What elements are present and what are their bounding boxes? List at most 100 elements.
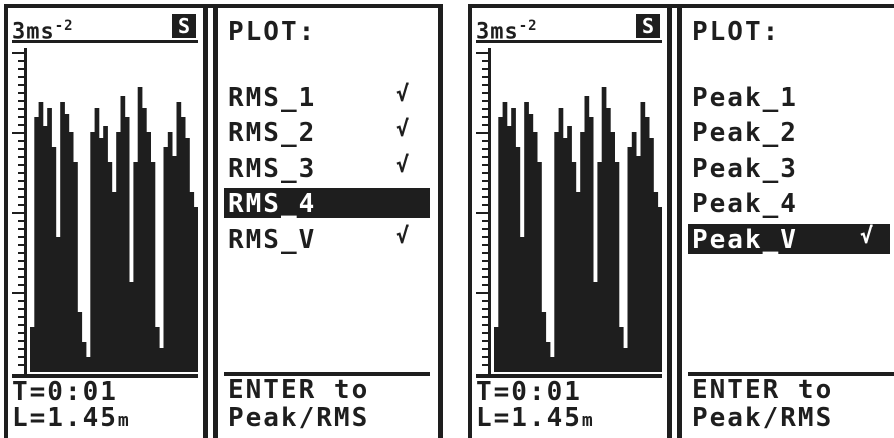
header-underline xyxy=(12,40,198,43)
spectrum-bar xyxy=(653,192,659,372)
axis-tick xyxy=(482,324,488,326)
spectrum-bar xyxy=(172,156,177,372)
spectrum-bar xyxy=(550,357,555,372)
axis-tick xyxy=(18,68,24,70)
menu-item[interactable]: Peak_3 xyxy=(688,153,890,183)
axis-tick xyxy=(18,196,24,198)
checkmark-icon: √ xyxy=(396,117,410,142)
spectrum-bar xyxy=(193,207,198,372)
axis-tick xyxy=(18,332,24,334)
spectrum-bar xyxy=(537,162,542,372)
axis-tick xyxy=(482,244,488,246)
menu-item-label: Peak_3 xyxy=(692,154,798,184)
axis-tick xyxy=(18,172,24,174)
menu-item[interactable]: RMS_3 √ xyxy=(224,153,430,183)
menu-item[interactable]: Peak_1 xyxy=(688,82,890,112)
axis-tick xyxy=(482,332,488,334)
scale-exponent: -2 xyxy=(518,18,538,34)
axis-tick xyxy=(482,340,488,342)
menu-item[interactable]: RMS_V √ xyxy=(224,224,430,254)
menu-item[interactable]: Peak_2 xyxy=(688,117,890,147)
axis-tick xyxy=(482,268,488,270)
scale-exponent: -2 xyxy=(54,18,74,34)
checkmark-icon: √ xyxy=(860,224,874,249)
spectrum-plot xyxy=(494,87,662,372)
axis-tick xyxy=(482,204,488,206)
menu-item[interactable]: Peak_4 xyxy=(688,188,890,218)
spectrum-bar xyxy=(606,108,611,372)
spectrum-bar xyxy=(159,348,164,372)
spectrum-bar xyxy=(55,237,61,372)
axis-tick xyxy=(482,172,488,174)
spectrum-bar xyxy=(107,162,113,372)
spectrum-bar xyxy=(631,132,637,372)
spectrum-bar xyxy=(640,102,646,372)
spectrum-bar xyxy=(627,147,633,372)
menu-item-label: Peak_2 xyxy=(692,118,798,148)
menu-item[interactable]: RMS_2 √ xyxy=(224,117,430,147)
divider-bar xyxy=(213,4,218,438)
hint-line-1: ENTER to xyxy=(228,375,370,405)
axis-tick xyxy=(476,132,488,134)
spectrum-bar xyxy=(103,126,108,372)
menu-item[interactable]: RMS_1 √ xyxy=(224,82,430,112)
spectrum-bar xyxy=(532,132,538,372)
menu-item[interactable]: Peak_V √ xyxy=(688,224,890,254)
spectrum-bar xyxy=(47,108,52,372)
level-value: L=1.45 xyxy=(476,403,582,433)
spectrum-bar xyxy=(580,132,585,372)
frame-left-border xyxy=(468,4,472,438)
axis-tick xyxy=(18,220,24,222)
spectrum-bar xyxy=(86,357,91,372)
spectrum-bar xyxy=(515,147,521,372)
menu-item-label: Peak_4 xyxy=(692,189,798,219)
level-readout: L=1.45m xyxy=(476,404,595,435)
spectrum-bar xyxy=(584,96,590,372)
spectrum-bar xyxy=(545,342,551,372)
menu-item[interactable]: RMS_4 xyxy=(224,188,430,218)
axis-tick xyxy=(18,92,24,94)
axis-tick xyxy=(482,156,488,158)
axis-tick xyxy=(18,76,24,78)
spectrum-bar xyxy=(176,102,182,372)
axis-tick xyxy=(476,52,488,54)
spectrum-bar xyxy=(68,132,74,372)
spectrum-bar xyxy=(30,327,35,372)
spectrum-bar xyxy=(73,162,78,372)
axis-tick xyxy=(18,276,24,278)
axis-tick xyxy=(482,252,488,254)
axis-tick xyxy=(18,188,24,190)
spectrum-bar xyxy=(571,162,577,372)
spectrum-bar xyxy=(185,138,190,372)
spectrum-bar xyxy=(77,312,83,372)
hint-line-2: Peak/RMS xyxy=(228,403,370,433)
spectrum-bar xyxy=(562,138,568,372)
axis-tick xyxy=(476,292,488,294)
spectrum-bar xyxy=(524,102,529,372)
axis-tick xyxy=(18,148,24,150)
checkmark-icon: √ xyxy=(396,224,410,249)
spectrum-bar xyxy=(558,108,564,372)
axis-tick xyxy=(482,316,488,318)
spectrum-bar xyxy=(42,126,48,372)
spectrum-bar xyxy=(597,162,603,372)
axis-tick xyxy=(482,140,488,142)
hint-line-1: ENTER to xyxy=(692,375,834,405)
axis-tick xyxy=(476,212,488,214)
spectrum-bar xyxy=(163,147,169,372)
spectrum-bar xyxy=(142,108,147,372)
frame-right-border xyxy=(438,4,443,438)
axis-tick xyxy=(482,228,488,230)
spectrum-bar xyxy=(511,108,516,372)
divider-bar xyxy=(667,4,672,438)
spectrum-bar xyxy=(129,282,134,372)
axis-tick xyxy=(18,316,24,318)
header-underline xyxy=(476,40,662,43)
spectrum-bar xyxy=(541,312,547,372)
spectrum-bar xyxy=(601,87,607,372)
checkmark-icon: √ xyxy=(396,82,410,107)
spectrum-bar xyxy=(34,117,39,372)
axis-tick xyxy=(482,348,488,350)
divider-bar xyxy=(677,4,682,438)
level-value: L=1.45 xyxy=(12,403,118,433)
